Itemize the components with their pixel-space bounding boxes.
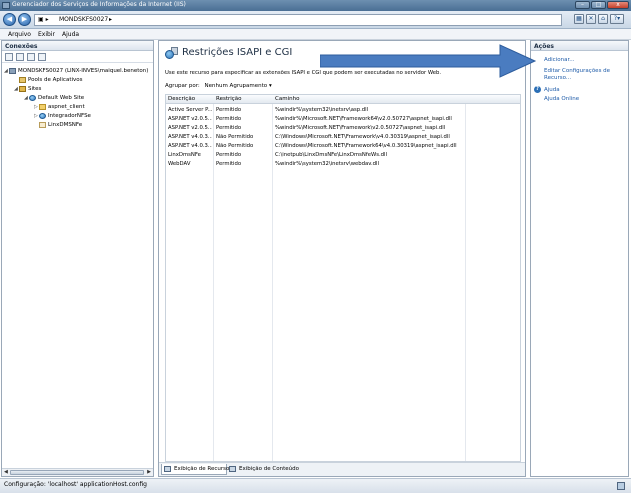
- group-by-label: Agrupar por:: [165, 83, 200, 89]
- app-pool-icon: [19, 76, 26, 83]
- table-row[interactable]: Active Server P... Permitido %windir%\sy…: [166, 106, 520, 115]
- refresh-connections-icon[interactable]: [38, 53, 46, 61]
- menu-help[interactable]: Ajuda: [62, 31, 79, 38]
- status-network-icon: [617, 482, 625, 490]
- edit-feature-settings-link[interactable]: Editar Configurações de: [544, 68, 610, 74]
- table-row[interactable]: ASP.NET v4.0.3... Não Permitido C:\Windo…: [166, 133, 520, 142]
- folder-icon: [39, 103, 46, 110]
- connect-icon[interactable]: [5, 53, 13, 61]
- connections-toolbar: [2, 51, 153, 63]
- breadcrumb-server[interactable]: MONDSKFS0027: [59, 16, 108, 23]
- table-row[interactable]: ASP.NET v4.0.3... Não Permitido C:\Windo…: [166, 142, 520, 151]
- feature-panel: Restrições ISAPI e CGI Use este recurso …: [158, 40, 526, 477]
- online-help-link[interactable]: Ajuda Online: [544, 96, 579, 102]
- menu-file[interactable]: Arquivo: [8, 31, 31, 38]
- forward-button[interactable]: ▶: [18, 13, 31, 26]
- address-home-icon: ▣ ▸: [38, 16, 49, 23]
- restrictions-grid: Descrição Restrição Caminho Active Serve…: [165, 94, 521, 462]
- column-header-restriction[interactable]: Restrição: [216, 96, 242, 102]
- group-by: Agrupar por: Nenhum Agrupamento ▾: [165, 83, 272, 89]
- page-description: Use este recurso para especificar as ext…: [165, 70, 442, 76]
- table-row[interactable]: LinxDmsNFe Permitido C:\inetpub\LinxDmsN…: [166, 151, 520, 160]
- actions-panel: Ações Adicionar... Editar Configurações …: [530, 40, 629, 477]
- scroll-left-icon[interactable]: ◀: [4, 469, 8, 475]
- status-bar: Configuração: 'localhost' applicationHos…: [0, 478, 631, 493]
- menu-view[interactable]: Exibir: [38, 31, 55, 38]
- window-title-bar: Gerenciador dos Serviços de Informações …: [0, 0, 631, 11]
- globe-icon: [29, 94, 36, 101]
- connections-panel: Conexões ◢ MONDSKFS0027 (LINX-INVES\maiqu…: [1, 40, 154, 477]
- up-icon[interactable]: [27, 53, 35, 61]
- scrollbar-thumb[interactable]: [10, 470, 144, 475]
- add-action-link[interactable]: Adicionar...: [544, 57, 574, 63]
- scroll-right-icon[interactable]: ▶: [147, 469, 151, 475]
- view-tabs: Exibição de Recursos Exibição de Conteúd…: [159, 462, 525, 476]
- status-text: Configuração: 'localhost' applicationHos…: [4, 481, 147, 488]
- virtual-dir-icon: [39, 121, 46, 128]
- group-by-select[interactable]: Nenhum Agrupamento ▾: [205, 83, 272, 89]
- address-bar: ◀ ▶ ▣ ▸ MONDSKFS0027 ▸ ▦ ✕ ⌂ ?▾: [0, 11, 631, 29]
- menu-bar: Arquivo Exibir Ajuda: [0, 29, 631, 40]
- page-title: Restrições ISAPI e CGI: [182, 47, 293, 58]
- isapi-cgi-icon: [165, 47, 178, 59]
- table-row[interactable]: ASP.NET v2.0.5... Permitido %windir%\Mic…: [166, 124, 520, 133]
- features-view-icon: [164, 466, 171, 472]
- back-button[interactable]: ◀: [3, 13, 16, 26]
- column-header-path[interactable]: Caminho: [275, 96, 299, 102]
- close-button[interactable]: x: [607, 1, 629, 9]
- tab-features-view[interactable]: Exibição de Recursos: [161, 464, 232, 475]
- column-header-description[interactable]: Descrição: [168, 96, 195, 102]
- iis-app-icon: [2, 2, 10, 9]
- server-icon: [9, 67, 16, 74]
- window-title: Gerenciador dos Serviços de Informações …: [12, 1, 186, 8]
- tree-node-server[interactable]: ◢ MONDSKFS0027 (LINX-INVES\maiquel.beneto…: [4, 67, 148, 75]
- web-app-icon: [39, 112, 46, 119]
- tree-node-sites[interactable]: ◢ Sites: [14, 85, 41, 93]
- tree-node-app-pools[interactable]: Pools de Aplicativos: [14, 76, 83, 84]
- minimize-button[interactable]: –: [575, 1, 590, 9]
- dropdown-arrow-icon: ▾: [268, 83, 272, 89]
- grid-header: Descrição Restrição Caminho: [166, 95, 520, 104]
- address-field[interactable]: ▣ ▸ MONDSKFS0027 ▸: [34, 14, 562, 26]
- tree-node-aspnet-client[interactable]: ▷ aspnet_client: [34, 103, 85, 111]
- refresh-icon[interactable]: ▦: [574, 14, 584, 24]
- help-dropdown-icon[interactable]: ?▾: [610, 14, 624, 24]
- help-link[interactable]: Ajuda: [544, 87, 560, 93]
- breadcrumb-separator[interactable]: ▸: [109, 16, 112, 23]
- connections-header: Conexões: [2, 41, 153, 51]
- stop-icon[interactable]: ✕: [586, 14, 596, 24]
- tab-content-view[interactable]: Exibição de Conteúdo: [227, 464, 299, 475]
- table-row[interactable]: WebDAV Permitido %windir%\system32\inets…: [166, 160, 520, 169]
- home-icon[interactable]: ⌂: [598, 14, 608, 24]
- edit-feature-settings-link-cont[interactable]: Recurso...: [544, 75, 571, 81]
- content-view-icon: [229, 466, 236, 472]
- tree-node-default-web-site[interactable]: ◢ Default Web Site: [24, 94, 84, 102]
- sites-folder-icon: [19, 85, 26, 92]
- tree-node-linxdmsnfe[interactable]: LinxDMSNFe: [34, 121, 82, 129]
- table-row[interactable]: ASP.NET v2.0.5... Permitido %windir%\Mic…: [166, 115, 520, 124]
- help-icon: ?: [534, 86, 541, 93]
- actions-header: Ações: [531, 41, 628, 51]
- horizontal-scrollbar[interactable]: ◀ ▶: [2, 468, 153, 476]
- tree-node-integrador-nfse[interactable]: ▷ IntegradorNFSe: [34, 112, 91, 120]
- save-icon[interactable]: [16, 53, 24, 61]
- maximize-button[interactable]: □: [591, 1, 606, 9]
